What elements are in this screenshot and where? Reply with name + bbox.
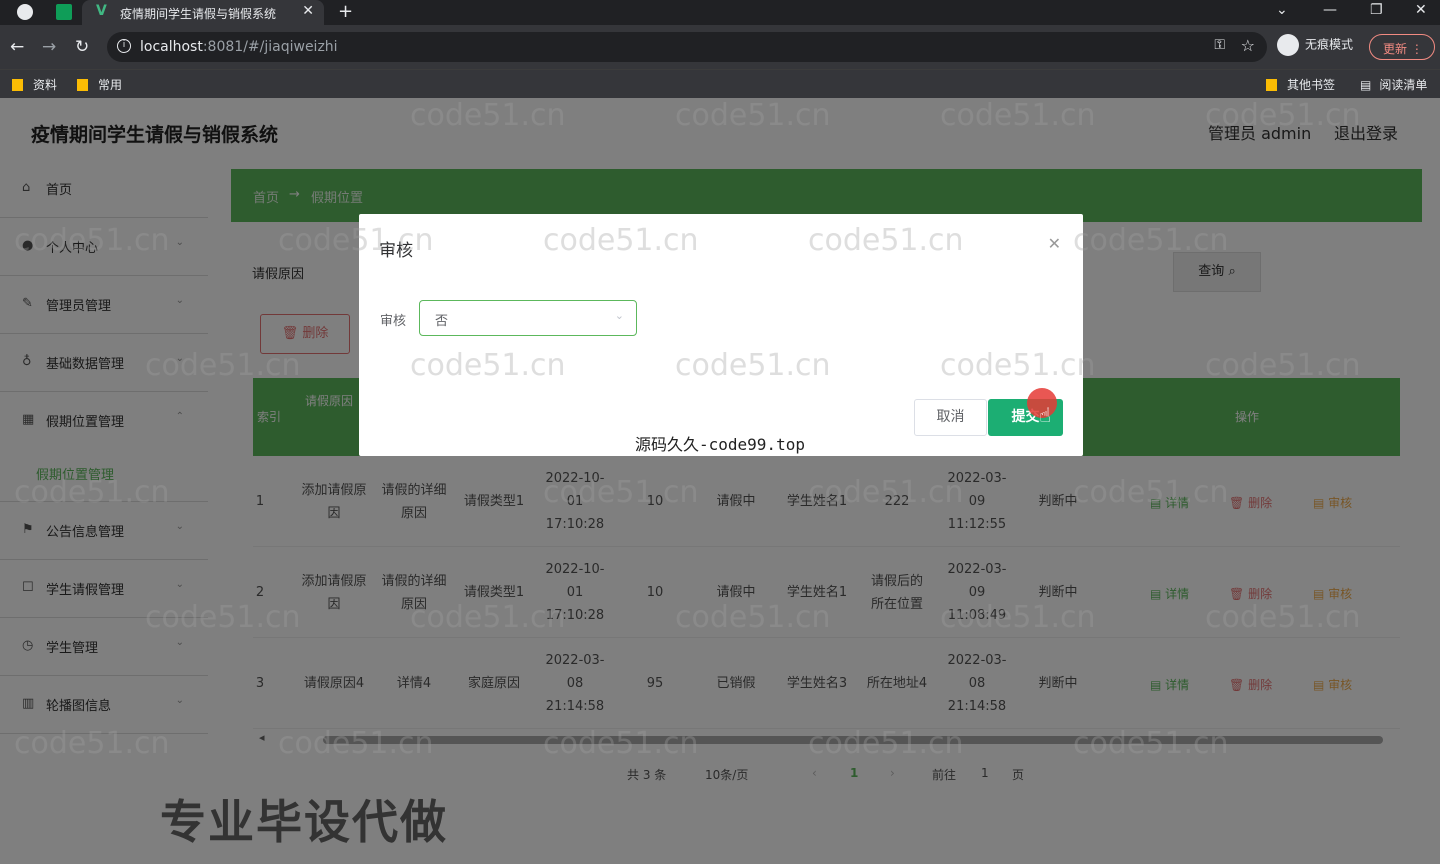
audit-dialog: 审核 ✕ 审核 否 ⌄ 取消 提交 ☝ 源码久久-code99.top bbox=[359, 214, 1083, 456]
reading-list-icon: ▤ bbox=[1360, 78, 1372, 92]
cancel-button[interactable]: 取消 bbox=[914, 399, 987, 436]
address-bar[interactable]: i localhost:8081/#/jiaqiweizhi ⚿ ☆ bbox=[107, 32, 1267, 62]
folder-icon bbox=[1266, 79, 1277, 91]
close-icon[interactable]: ✕ bbox=[1048, 234, 1061, 253]
reading-list[interactable]: ▤ 阅读清单 bbox=[1360, 76, 1427, 93]
folder-icon bbox=[12, 79, 23, 91]
bookmarks-bar: 资料 常用 其他书签 ▤ 阅读清单 bbox=[0, 69, 1440, 98]
active-tab[interactable]: V 疫情期间学生请假与销假系统 ✕ bbox=[82, 0, 324, 25]
minimize-icon[interactable]: — bbox=[1323, 2, 1337, 18]
close-window-icon[interactable]: ✕ bbox=[1415, 2, 1427, 18]
url-text: localhost:8081/#/jiaqiweizhi bbox=[140, 39, 338, 55]
bookmark-folder[interactable]: 常用 bbox=[77, 76, 122, 93]
incognito-indicator[interactable]: 无痕模式 bbox=[1277, 34, 1353, 56]
new-tab-icon[interactable]: + bbox=[338, 1, 353, 22]
dialog-title: 审核 bbox=[379, 241, 413, 261]
browser-toolbar: ← → ↻ i localhost:8081/#/jiaqiweizhi ⚿ ☆… bbox=[0, 25, 1440, 69]
tab-title: 疫情期间学生请假与销假系统 bbox=[120, 7, 277, 21]
video-caption: 源码久久-code99.top bbox=[635, 435, 805, 454]
key-icon[interactable]: ⚿ bbox=[1214, 37, 1225, 53]
sheet-icon[interactable] bbox=[56, 4, 72, 20]
audit-select-value: 否 bbox=[435, 314, 449, 329]
bookmark-folder[interactable]: 资料 bbox=[12, 76, 57, 93]
promo-text: 专业毕设代做 bbox=[160, 795, 448, 849]
chevron-down-icon: ⌄ bbox=[614, 309, 624, 322]
update-button[interactable]: 更新 ⋮ bbox=[1369, 34, 1435, 60]
star-icon[interactable]: ☆ bbox=[1241, 36, 1255, 55]
folder-icon bbox=[77, 79, 88, 91]
close-tab-icon[interactable]: ✕ bbox=[302, 3, 314, 19]
other-bookmarks[interactable]: 其他书签 bbox=[1266, 76, 1335, 93]
reload-icon[interactable]: ↻ bbox=[75, 37, 89, 57]
browser-logo-icon bbox=[17, 4, 33, 20]
hand-cursor-icon: ☝ bbox=[1039, 403, 1052, 427]
tab-search-icon[interactable]: ⌄ bbox=[1276, 2, 1288, 18]
app-page: 疫情期间学生请假与销假系统 管理员 admin 退出登录 ⌂首页 ●个人中心⌄ … bbox=[0, 98, 1440, 864]
vue-icon: V bbox=[96, 3, 107, 19]
forward-icon[interactable]: → bbox=[42, 37, 56, 57]
back-icon[interactable]: ← bbox=[10, 37, 24, 57]
audit-select[interactable]: 否 ⌄ bbox=[419, 300, 637, 336]
modal-overlay[interactable] bbox=[0, 98, 1440, 864]
audit-field-label: 审核 bbox=[380, 314, 407, 329]
incognito-icon bbox=[1277, 34, 1299, 56]
restore-icon[interactable]: ❐ bbox=[1370, 2, 1383, 18]
browser-tab-strip: V 疫情期间学生请假与销假系统 ✕ + ⌄ — ❐ ✕ bbox=[0, 0, 1440, 25]
info-icon[interactable]: i bbox=[117, 39, 131, 53]
